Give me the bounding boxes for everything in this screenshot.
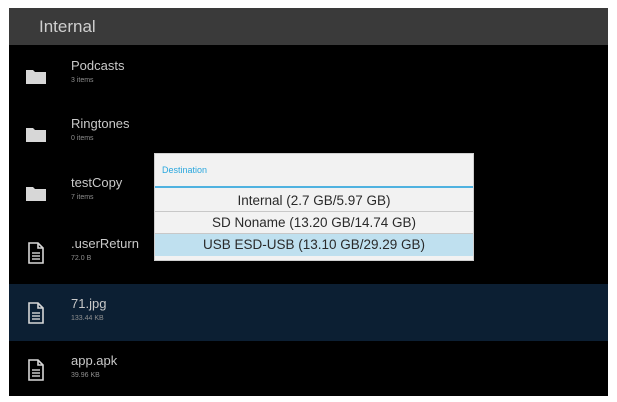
file-detail: 0 items: [71, 135, 94, 142]
file-row-71-jpg[interactable]: 71.jpg 133.44 KB: [9, 284, 608, 341]
file-detail: 72.0 B: [71, 255, 92, 262]
destination-option-usb-esd[interactable]: USB ESD-USB (13.10 GB/29.29 GB): [155, 234, 473, 256]
file-icon: [28, 242, 44, 264]
dialog-divider: [155, 186, 473, 188]
title-bar: Internal: [9, 8, 608, 45]
file-row-app-apk[interactable]: app.apk 39.96 KB: [9, 341, 608, 396]
file-name: 71.jpg: [71, 296, 107, 311]
location-title: Internal: [39, 17, 96, 36]
file-name: Ringtones: [71, 116, 130, 131]
destination-option-sd-noname[interactable]: SD Noname (13.20 GB/14.74 GB): [155, 212, 473, 234]
file-detail: 39.96 KB: [71, 372, 100, 379]
file-detail: 133.44 KB: [71, 315, 104, 322]
dialog-title: Destination: [162, 165, 208, 175]
file-row-ringtones[interactable]: Ringtones 0 items: [9, 104, 608, 161]
file-name: testCopy: [71, 175, 123, 190]
destination-option-internal[interactable]: Internal (2.7 GB/5.97 GB): [155, 190, 473, 212]
file-icon: [28, 302, 44, 324]
file-detail: 7 items: [71, 194, 94, 201]
file-manager-screen: Internal Podcasts 3 items Ringtones 0 it…: [9, 8, 608, 396]
file-row-podcasts[interactable]: Podcasts 3 items: [9, 46, 608, 103]
file-name: app.apk: [71, 353, 118, 368]
file-name: Podcasts: [71, 58, 125, 73]
file-name: .userReturn: [71, 236, 139, 251]
folder-icon: [26, 70, 46, 84]
file-detail: 3 items: [71, 77, 94, 84]
folder-icon: [26, 128, 46, 142]
file-icon: [28, 359, 44, 381]
folder-icon: [26, 187, 46, 201]
destination-dialog: Destination Internal (2.7 GB/5.97 GB) SD…: [155, 154, 473, 260]
